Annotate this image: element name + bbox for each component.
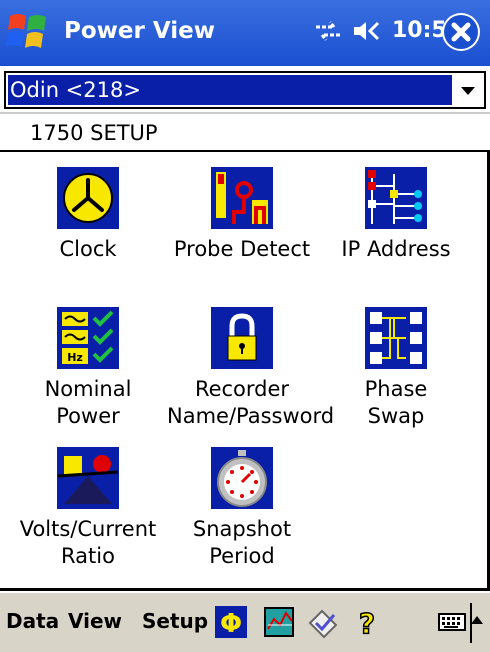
stopwatch-icon bbox=[211, 447, 273, 509]
connectivity-icon[interactable] bbox=[314, 19, 342, 43]
section-header: 1750 SETUP bbox=[0, 112, 490, 152]
device-select-value: Odin <218> bbox=[8, 75, 454, 105]
setup-item-phase-swap[interactable]: Phase Swap bbox=[321, 306, 471, 430]
label-line: Nominal bbox=[44, 377, 132, 401]
label-line: Phase bbox=[364, 377, 428, 401]
phi-icon: Φ bbox=[215, 606, 247, 639]
setup-item-label: Probe Detect bbox=[167, 236, 317, 263]
label-line: Name/Password bbox=[167, 404, 335, 428]
status-area: 10:50 bbox=[314, 18, 462, 43]
phi-glyph: Φ bbox=[220, 609, 242, 639]
windows-start-icon[interactable] bbox=[6, 10, 52, 54]
label-line: Volts/Current bbox=[19, 517, 157, 541]
keyboard-button[interactable] bbox=[438, 605, 466, 639]
nominal-power-icon: Hz bbox=[57, 307, 119, 369]
setup-item-volts-current-ratio[interactable]: Volts/Current Ratio bbox=[13, 446, 163, 570]
title-bar: Power View 10:50 bbox=[0, 0, 490, 66]
volume-icon[interactable] bbox=[352, 19, 382, 43]
setup-item-label: Phase Swap bbox=[321, 376, 471, 430]
setup-item-probe-detect[interactable]: Probe Detect bbox=[167, 166, 317, 263]
dropdown-arrow[interactable] bbox=[452, 73, 484, 107]
label-line: Ratio bbox=[61, 544, 115, 568]
setup-item-label: Nominal Power bbox=[13, 376, 163, 430]
section-title: 1750 SETUP bbox=[30, 121, 158, 145]
app-title: Power View bbox=[64, 18, 215, 44]
svg-text:Hz: Hz bbox=[67, 351, 83, 364]
label-line: Power bbox=[56, 404, 120, 428]
setup-item-label: Volts/Current Ratio bbox=[13, 516, 163, 570]
label-line: Swap bbox=[367, 404, 425, 428]
keyboard-icon bbox=[438, 613, 466, 631]
label-line: Period bbox=[209, 544, 275, 568]
label-line: Clock bbox=[59, 237, 117, 261]
scale-icon bbox=[57, 447, 119, 509]
close-icon bbox=[444, 15, 478, 49]
clock-icon bbox=[57, 167, 119, 229]
menu-bar: Data View Setup Φ ? bbox=[0, 591, 490, 652]
phase-swap-icon bbox=[365, 307, 427, 369]
setup-item-label: Clock bbox=[13, 236, 163, 263]
menu-view[interactable]: View bbox=[68, 609, 122, 633]
ip-address-icon bbox=[365, 167, 427, 229]
chart-icon bbox=[264, 607, 294, 637]
menu-setup[interactable]: Setup bbox=[142, 609, 208, 633]
device-select[interactable]: Odin <218> bbox=[4, 71, 486, 109]
setup-item-label: Snapshot Period bbox=[167, 516, 317, 570]
label-line: Snapshot bbox=[192, 517, 292, 541]
setup-item-label: IP Address bbox=[321, 236, 471, 263]
setup-item-snapshot-period[interactable]: Snapshot Period bbox=[167, 446, 317, 570]
probe-detect-icon bbox=[211, 167, 273, 229]
svg-text:?: ? bbox=[359, 607, 375, 639]
question-mark-icon: ? bbox=[358, 606, 376, 639]
help-button[interactable]: ? bbox=[350, 605, 384, 639]
chevron-up-icon[interactable] bbox=[470, 613, 484, 627]
label-line: Probe Detect bbox=[173, 237, 311, 261]
setup-item-ip-address[interactable]: IP Address bbox=[321, 166, 471, 263]
setup-item-clock[interactable]: Clock bbox=[13, 166, 163, 263]
phi-button[interactable]: Φ bbox=[214, 605, 248, 639]
label-line: IP Address bbox=[341, 237, 451, 261]
check-tools-icon bbox=[308, 609, 338, 639]
screen: Power View 10:50 Odin <218> 1750 SETUP C… bbox=[0, 0, 490, 652]
setup-item-nominal-power[interactable]: Hz Nominal Power bbox=[13, 306, 163, 430]
chart-button[interactable] bbox=[262, 605, 296, 639]
lock-icon bbox=[211, 307, 273, 369]
settings-button[interactable] bbox=[306, 605, 340, 639]
label-line: Recorder bbox=[194, 377, 290, 401]
setup-item-label: Recorder Name/Password bbox=[167, 376, 335, 430]
chevron-down-icon bbox=[461, 87, 475, 95]
close-button[interactable] bbox=[442, 13, 480, 51]
setup-item-recorder-name-password[interactable]: Recorder Name/Password bbox=[167, 306, 335, 430]
menu-data[interactable]: Data bbox=[6, 609, 59, 633]
